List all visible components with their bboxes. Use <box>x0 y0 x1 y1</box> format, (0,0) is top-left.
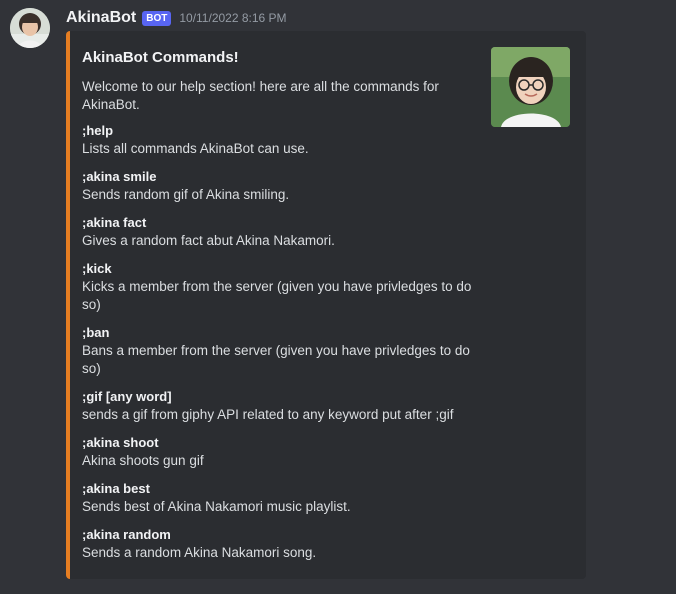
field-name: ;kick <box>82 261 112 276</box>
field-name: ;akina shoot <box>82 435 159 450</box>
avatar-image <box>10 8 50 48</box>
timestamp: 10/11/2022 8:16 PM <box>179 11 287 25</box>
field-name: ;akina best <box>82 481 150 496</box>
field-value: Bans a member from the server (given you… <box>82 343 470 376</box>
field-value: Kicks a member from the server (given yo… <box>82 279 472 312</box>
field-ban: ;ban Bans a member from the server (give… <box>82 324 482 378</box>
embed-description: Welcome to our help section! here are al… <box>82 79 439 112</box>
field-akina-shoot: ;akina shoot Akina shoots gun gif <box>82 434 482 470</box>
bot-tag: BOT <box>142 10 172 26</box>
field-value: Sends random gif of Akina smiling. <box>82 187 290 202</box>
field-value: sends a gif from giphy API related to an… <box>82 407 454 422</box>
field-name: ;akina smile <box>82 169 157 184</box>
embed-thumbnail[interactable] <box>491 47 570 127</box>
field-akina-smile: ;akina smile Sends random gif of Akina s… <box>82 168 482 204</box>
field-name: ;akina fact <box>82 215 147 230</box>
field-name: ;gif [any word] <box>82 389 172 404</box>
message: AkinaBot BOT 10/11/2022 8:16 PM AkinaBot… <box>0 0 676 594</box>
field-name: ;akina random <box>82 527 171 542</box>
field-value: Lists all commands AkinaBot can use. <box>82 141 309 156</box>
field-name: ;help <box>82 123 114 138</box>
field-value: Akina shoots gun gif <box>82 453 204 468</box>
field-value: Sends best of Akina Nakamori music playl… <box>82 499 351 514</box>
message-header: AkinaBot BOT 10/11/2022 8:16 PM <box>66 8 287 28</box>
field-akina-fact: ;akina fact Gives a random fact abut Aki… <box>82 214 482 250</box>
field-name: ;ban <box>82 325 110 340</box>
embed: AkinaBot Commands! Welcome to our help s… <box>66 31 586 579</box>
embed-title: AkinaBot Commands! <box>82 49 239 66</box>
field-akina-random: ;akina random Sends a random Akina Nakam… <box>82 526 482 562</box>
field-akina-best: ;akina best Sends best of Akina Nakamori… <box>82 480 482 516</box>
field-kick: ;kick Kicks a member from the server (gi… <box>82 260 482 314</box>
field-value: Gives a random fact abut Akina Nakamori. <box>82 233 335 248</box>
field-gif: ;gif [any word] sends a gif from giphy A… <box>82 388 482 424</box>
username[interactable]: AkinaBot <box>66 9 136 27</box>
field-help: ;help Lists all commands AkinaBot can us… <box>82 122 482 158</box>
user-avatar[interactable] <box>10 8 50 48</box>
thumbnail-image <box>491 47 570 127</box>
field-value: Sends a random Akina Nakamori song. <box>82 545 317 560</box>
